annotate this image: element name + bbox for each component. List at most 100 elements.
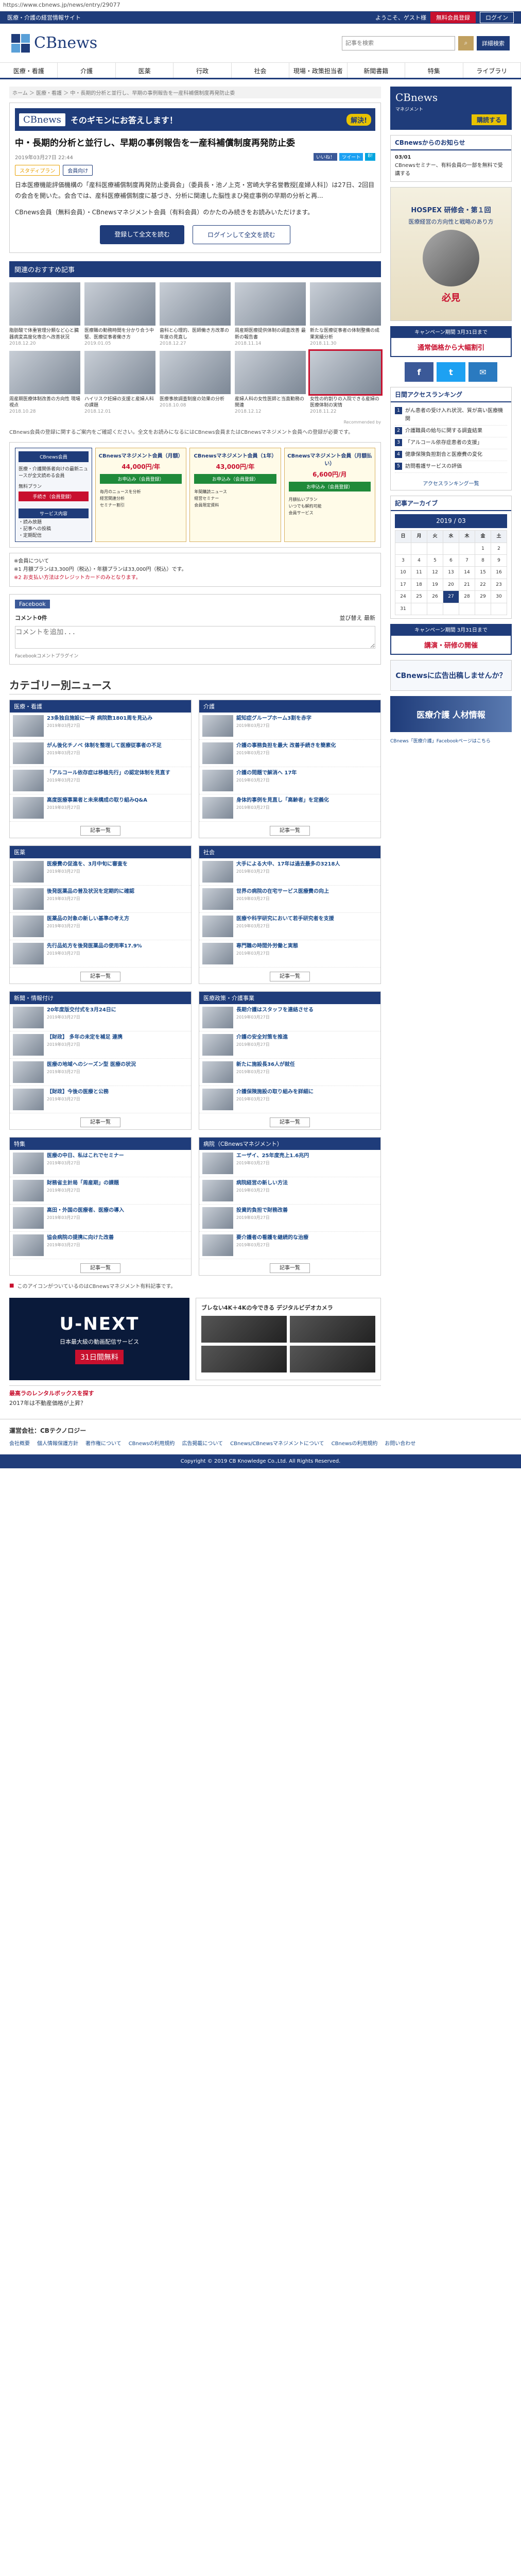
search-button[interactable]: ⌕ xyxy=(458,36,474,50)
category-article[interactable]: エーザイ、25年度売上1.6兆円 2019年03月27日 xyxy=(199,1150,380,1178)
gnav-item[interactable]: 特集 xyxy=(405,63,463,78)
category-article[interactable]: 介護の問題で解消へ 17年 2019年03月27日 xyxy=(199,767,380,795)
calendar-day[interactable]: 22 xyxy=(475,578,491,591)
free-plan-signup-button[interactable]: 手続き（会員登録） xyxy=(19,492,89,502)
category-article[interactable]: がん後化チノベ 体制を整理して医療従事者の不足 2019年03月27日 xyxy=(10,740,191,768)
category-article[interactable]: 大手による大中、17年は過去最多の3218人 2019年03月27日 xyxy=(199,858,380,886)
gnav-item[interactable]: 新聞書籍 xyxy=(348,63,406,78)
recommend-item[interactable]: 医療職の勤務時間を分かり合う中堅、医療従事者働き方 2019.01.05 xyxy=(84,282,155,346)
login-read-button[interactable]: ログインして全文を読む xyxy=(193,225,290,245)
footer-link[interactable]: 著作権について xyxy=(85,1439,121,1449)
category-more-button[interactable]: 記事一覧 xyxy=(270,972,310,982)
facebook-button[interactable]: Facebook xyxy=(15,600,50,609)
tag-members[interactable]: 会員向け xyxy=(63,164,93,176)
category-article[interactable]: 医療の中日、私はこれでセミナー 2019年03月27日 xyxy=(10,1150,191,1178)
calendar-day[interactable]: 14 xyxy=(459,566,475,579)
camera-ad[interactable]: ブレない4K＋4Kの今できる デジタルビデオカメラ xyxy=(196,1298,381,1381)
calendar-day[interactable]: 23 xyxy=(491,578,507,591)
category-article[interactable]: 【財政】 多年の未定を補足 連携 2019年03月27日 xyxy=(10,1031,191,1059)
login-button[interactable]: ログイン xyxy=(480,12,514,23)
gnav-item[interactable]: 医薬 xyxy=(116,63,174,78)
gnav-item[interactable]: ライブラリ xyxy=(463,63,521,78)
category-article[interactable]: 【財政】今後の医療と公務 2019年03月27日 xyxy=(10,1086,191,1114)
category-article[interactable]: 高度医療事業者と未来構成の取り組みQ&A 2019年03月27日 xyxy=(10,794,191,822)
register-button[interactable]: 無料会員登録 xyxy=(430,12,476,23)
calendar-day[interactable]: 25 xyxy=(411,590,427,603)
category-article[interactable]: 病院経営の新しい方法 2019年03月27日 xyxy=(199,1177,380,1205)
ad-placement-banner[interactable]: CBnewsに広告出稿しませんか？ xyxy=(390,659,512,691)
category-article[interactable]: 「アルコール依存症は移植先行」の認定体制を見直す 2019年03月27日 xyxy=(10,767,191,795)
category-more-button[interactable]: 記事一覧 xyxy=(80,1263,120,1274)
facebook-like-button[interactable]: いいね！ xyxy=(314,152,338,161)
calendar-day[interactable]: 11 xyxy=(411,566,427,579)
comment-input[interactable] xyxy=(15,626,375,649)
category-article[interactable]: 先行品処方を後発医薬品の使用率17.9% 2019年03月27日 xyxy=(10,940,191,968)
gnav-item[interactable]: 医療・看護 xyxy=(0,63,58,78)
footer-link[interactable]: お問い合わせ xyxy=(385,1439,415,1449)
calendar-day[interactable]: 7 xyxy=(459,554,475,567)
calendar-day[interactable]: 13 xyxy=(443,566,459,579)
gnav-item[interactable]: 現場・政策担当者 xyxy=(289,63,348,78)
calendar-day[interactable]: 8 xyxy=(475,554,491,567)
ranking-item[interactable]: 4 健康保険負担割合と医療費の変化 xyxy=(395,449,507,461)
comment-sort-select[interactable]: 並び替え 最新 xyxy=(340,614,376,622)
ranking-item[interactable]: 2 介護職員の給与に関する調査結果 xyxy=(395,426,507,437)
calendar-day[interactable]: 24 xyxy=(395,590,411,603)
text-ad[interactable]: 最高ラのレンタルボックスを探す 2017年は不動産価格が上昇？ xyxy=(9,1385,381,1408)
recommend-item[interactable]: 歯科と心理的、医師働き方改革の年度の見直し 2018.12.27 xyxy=(160,282,231,346)
footer-link[interactable]: 会社概要 xyxy=(9,1439,30,1449)
calendar-day[interactable]: 19 xyxy=(427,578,443,591)
twitter-icon[interactable]: t xyxy=(437,362,465,382)
calendar-day[interactable]: 27 xyxy=(443,590,459,603)
calendar-day[interactable]: 28 xyxy=(459,590,475,603)
calendar-day[interactable]: 9 xyxy=(491,554,507,567)
tag-study-plan[interactable]: スタディプラン xyxy=(15,164,60,176)
kaigo-ad[interactable]: 医療介護 人材情報 xyxy=(390,696,512,732)
recommend-item[interactable]: ハイリスク妊婦の支援と産婦人科の課題 2018.12.01 xyxy=(84,350,155,415)
category-article[interactable]: 身体的事例を見直し「高齢者」を定義化 2019年03月27日 xyxy=(199,794,380,822)
category-article[interactable]: 長期介護はスタッフを連絡させる 2019年03月27日 xyxy=(199,1004,380,1032)
campaign-banner-2[interactable]: キャンペーン期間 3月31日まで 講演・研修の開催 xyxy=(390,623,512,655)
category-article[interactable]: 23条独自施設に一斉 病院数1801周を見込み 2019年03月27日 xyxy=(10,713,191,740)
calendar-day[interactable]: 17 xyxy=(395,578,411,591)
category-article[interactable]: 高田・外国の医療者、医療の導入 2019年03月27日 xyxy=(10,1205,191,1232)
ranking-item[interactable]: 1 がん患者の受け入れ状況、質が高い医療機関 xyxy=(395,405,507,426)
category-article[interactable]: 介護保険施設の取り組みを詳細に 2019年03月27日 xyxy=(199,1086,380,1114)
plan-signup-button[interactable]: お申込み（会員登録） xyxy=(288,482,371,492)
category-article[interactable]: 医療の地域へのシーズン型 医療の状況 2019年03月27日 xyxy=(10,1059,191,1087)
calendar-day[interactable]: 3 xyxy=(395,554,411,567)
plan-signup-button[interactable]: お申込み（会員登録） xyxy=(194,474,276,484)
calendar-day[interactable]: 18 xyxy=(411,578,427,591)
unext-ad[interactable]: U-NEXT 日本最大級の動画配信サービス 31日間無料 xyxy=(9,1298,189,1381)
category-article[interactable]: 認知症グループホーム3割を赤字 2019年03月27日 xyxy=(199,713,380,740)
footer-link[interactable]: CBnewsの利用規約 xyxy=(129,1439,175,1449)
category-article[interactable]: 医薬品の対象の新しい基準の考え方 2019年03月27日 xyxy=(10,913,191,941)
calendar-day[interactable]: 5 xyxy=(427,554,443,567)
calendar-day[interactable]: 30 xyxy=(491,590,507,603)
hatena-button[interactable]: B! xyxy=(365,152,375,161)
recommend-item[interactable]: 女性の約割りの入院できる産婦の医療体制の実情 2018.11.22 xyxy=(308,349,383,415)
footer-link[interactable]: CBnewsの利用規約 xyxy=(332,1439,378,1449)
category-article[interactable]: 介護の安全対策を推進 2019年03月27日 xyxy=(199,1031,380,1059)
category-more-button[interactable]: 記事一覧 xyxy=(270,826,310,836)
calendar-day[interactable]: 31 xyxy=(395,602,411,615)
gnav-item[interactable]: 行政 xyxy=(173,63,232,78)
footer-link[interactable]: 広告掲載について xyxy=(182,1439,223,1449)
recommend-item[interactable]: 新たな医療従事者の体制整備の成果実績分析 2018.11.30 xyxy=(310,282,381,346)
footer-link[interactable]: CBnews/CBnewsマネジメントについて xyxy=(230,1439,324,1449)
recommend-item[interactable]: 脂肪酸で体重管理分類など心と臓器病変高度化専念へ改善状況 2018.12.20 xyxy=(9,282,80,346)
calendar-day[interactable]: 21 xyxy=(459,578,475,591)
category-article[interactable]: 介護の事務負担を最大 改善手続きを簡素化 2019年03月27日 xyxy=(199,740,380,768)
category-article[interactable]: 医療費の促進を、3月中旬に審査を 2019年03月27日 xyxy=(10,858,191,886)
calendar-day[interactable]: 12 xyxy=(427,566,443,579)
mail-icon[interactable]: ✉ xyxy=(468,362,497,382)
category-article[interactable]: 世界の病院の在宅サービス医療費の向上 2019年03月27日 xyxy=(199,886,380,913)
category-more-button[interactable]: 記事一覧 xyxy=(80,1117,120,1128)
gnav-item[interactable]: 介護 xyxy=(58,63,116,78)
article-banner[interactable]: CBnews そのギモンにお答えします！ 解決! xyxy=(15,108,375,131)
category-article[interactable]: 後発医薬品の普及状況を定期的に確認 2019年03月27日 xyxy=(10,886,191,913)
recommend-item[interactable]: 産婦人科の女性医師と当直勤務の関連 2018.12.12 xyxy=(235,350,306,415)
category-more-button[interactable]: 記事一覧 xyxy=(270,1117,310,1128)
category-article[interactable]: 医療や科学研究において若手研究者を支援 2019年03月27日 xyxy=(199,913,380,941)
calendar-day[interactable]: 16 xyxy=(491,566,507,579)
